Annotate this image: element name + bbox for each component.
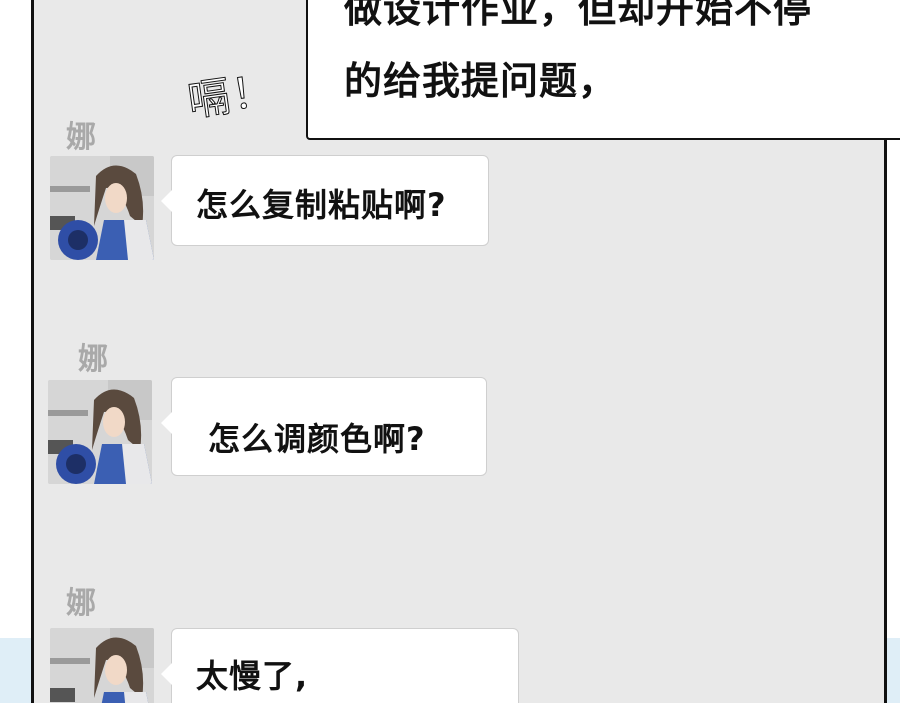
avatar	[50, 156, 154, 260]
narration-caption-box: 做设计作业，但却开始不停 的给我提问题，	[306, 0, 900, 140]
caption-line-1: 做设计作业，但却开始不停	[344, 0, 813, 31]
avatar	[50, 628, 154, 703]
message-text: 怎么调颜色啊?	[208, 420, 426, 458]
message-bubble: 太慢了,	[161, 628, 519, 703]
sender-name: 娜	[66, 120, 96, 155]
sender-name: 娜	[78, 342, 108, 377]
message-bubble: 怎么复制粘贴啊?	[161, 155, 489, 246]
bubble-tail	[161, 412, 172, 434]
avatar	[48, 380, 152, 484]
bubble-tail	[161, 190, 172, 212]
sound-effect-text: 嗝！	[184, 65, 279, 127]
message-text: 太慢了,	[196, 657, 309, 695]
message-bubble: 怎么调颜色啊?	[161, 377, 487, 476]
sender-name: 娜	[66, 586, 96, 621]
comic-page: 嗝！ 做设计作业，但却开始不停 的给我提问题， 娜 怎么复制粘贴啊? 娜 怎么调…	[0, 0, 900, 703]
caption-line-2: 的给我提问题，	[344, 59, 618, 103]
message-text: 怎么复制粘贴啊?	[196, 186, 447, 224]
bubble-tail	[161, 663, 172, 685]
